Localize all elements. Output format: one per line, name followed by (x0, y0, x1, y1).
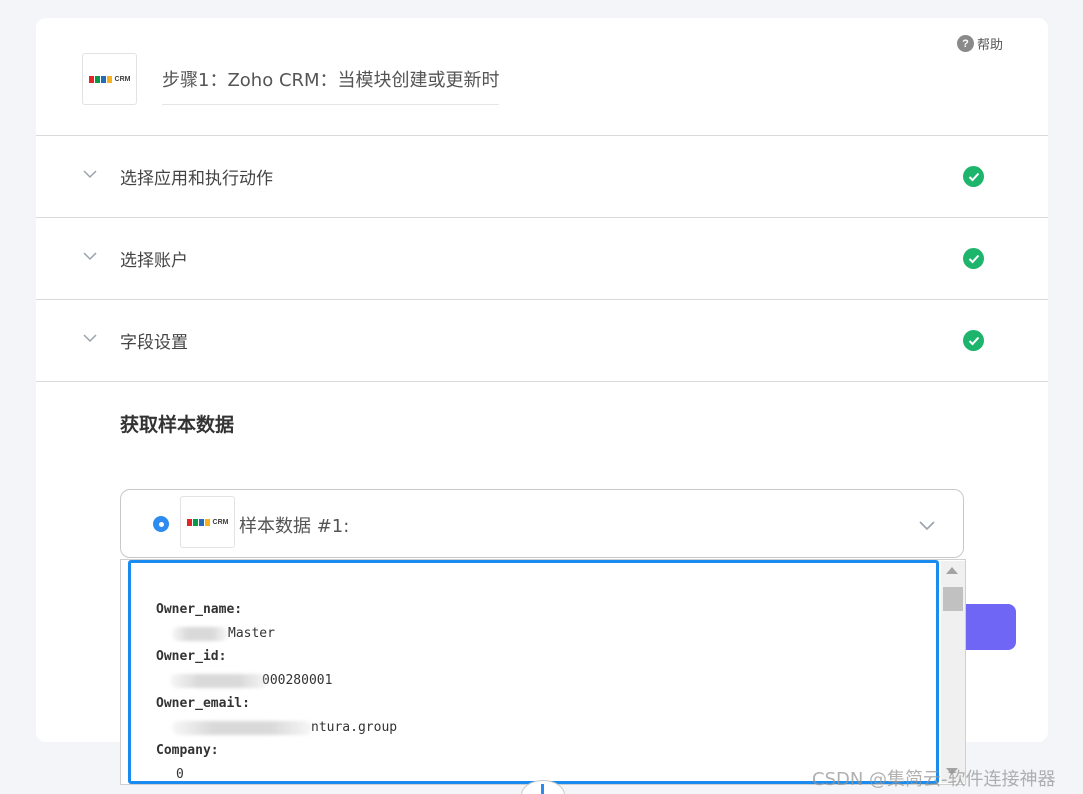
zoho-crm-logo: CRM (82, 53, 137, 105)
check-circle-icon (963, 166, 984, 187)
chevron-down-icon (83, 170, 97, 179)
zoho-logo-red (88, 75, 94, 83)
connector-line (541, 784, 544, 794)
field-key: Owner_name: (156, 602, 243, 617)
scroll-up-icon[interactable] (946, 567, 958, 574)
sample-data-heading: 获取样本数据 (120, 414, 235, 436)
section-choose-account[interactable]: 选择账户 (36, 217, 1048, 299)
redaction-blur (170, 673, 268, 688)
field-key: Owner_email: (156, 696, 250, 711)
section-choose-app-action[interactable]: 选择应用和执行动作 (36, 135, 1048, 217)
watermark: CSDN @集简云-软件连接神器 (812, 769, 1056, 790)
chevron-down-icon (919, 521, 935, 531)
field-value: Master (156, 622, 936, 646)
chevron-down-icon (83, 334, 97, 343)
field-key: Owner_id: (156, 649, 227, 664)
zoho-logo-yellow (106, 75, 112, 83)
sample-data-dropdown[interactable]: Owner_name: Master Owner_id: 000280001 O… (120, 559, 966, 785)
logo-text: CRM (212, 518, 229, 526)
zoho-logo-green (94, 75, 100, 83)
redaction-blur (172, 720, 312, 735)
chevron-down-icon (83, 252, 97, 261)
zoho-crm-logo: CRM (180, 496, 235, 548)
radio-selected[interactable] (153, 516, 169, 532)
section-label: 选择账户 (120, 251, 188, 271)
field-value: 000280001 (156, 669, 936, 693)
zoho-logo-red (186, 518, 192, 526)
zoho-logo-blue (198, 518, 204, 526)
section-label: 字段设置 (120, 333, 188, 353)
section-label: 选择应用和执行动作 (120, 169, 273, 189)
step-title: 步骤1：Zoho CRM：当模块创建或更新时 (162, 66, 500, 105)
help-label: 帮助 (977, 38, 1004, 53)
check-circle-icon (963, 330, 984, 351)
zoho-logo-green (192, 518, 198, 526)
section-field-settings[interactable]: 字段设置 (36, 299, 1048, 381)
scrollbar[interactable] (941, 561, 965, 783)
scroll-thumb[interactable] (943, 587, 963, 611)
zoho-logo-blue (100, 75, 106, 83)
sample-data-select[interactable]: CRM 样本数据 #1: (120, 489, 964, 558)
logo-text: CRM (114, 75, 131, 83)
question-circle-icon: ? (957, 35, 974, 52)
help-link[interactable]: ? 帮助 (957, 34, 1003, 53)
zoho-logo-yellow (204, 518, 210, 526)
redaction-blur (172, 626, 228, 641)
sample-data-list[interactable]: Owner_name: Master Owner_id: 000280001 O… (128, 560, 939, 784)
section-divider (36, 381, 1048, 382)
check-circle-icon (963, 248, 984, 269)
field-key: Company: (156, 743, 219, 758)
field-value: ntura.group (156, 716, 936, 740)
sample-select-label: 样本数据 #1: (239, 516, 350, 537)
